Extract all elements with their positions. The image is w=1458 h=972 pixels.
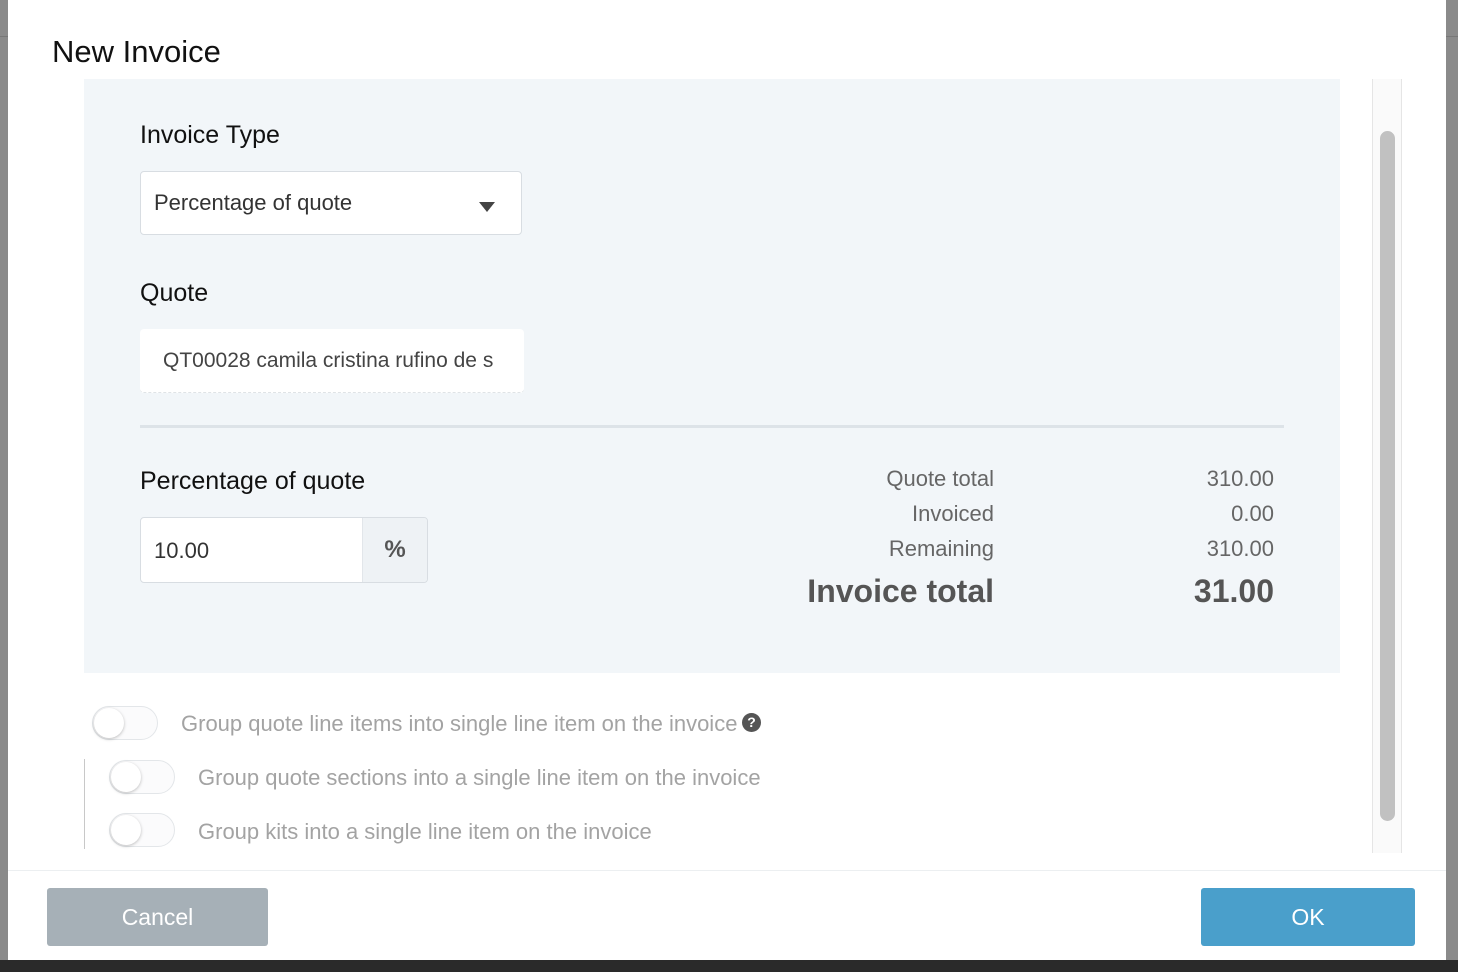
group-line-items-toggle[interactable]	[92, 706, 158, 740]
quote-field[interactable]: QT00028 camila cristina rufino de s	[140, 329, 524, 393]
invoiced-value: 0.00	[1231, 501, 1274, 526]
background-rule	[0, 36, 8, 37]
quote-value: QT00028 camila cristina rufino de s	[163, 349, 494, 372]
ok-button[interactable]: OK	[1201, 888, 1415, 946]
invoice-total-label: Invoice total	[807, 573, 994, 609]
quote-total-value: 310.00	[1206, 466, 1274, 491]
percentage-label: Percentage of quote	[140, 467, 366, 495]
cancel-button[interactable]: Cancel	[47, 888, 268, 946]
invoiced-label: Invoiced	[912, 501, 994, 526]
remaining-value: 310.00	[1206, 536, 1274, 561]
quote-total-label: Quote total	[886, 466, 994, 491]
invoice-type-selected: Percentage of quote	[154, 190, 353, 215]
scrollbar-thumb[interactable]	[1380, 131, 1395, 821]
percent-addon: %	[362, 518, 427, 582]
percentage-value: 10.00	[154, 538, 210, 563]
sub-options-indent-line	[84, 759, 85, 849]
group-sections-label: Group quote sections into a single line …	[198, 765, 761, 790]
group-kits-toggle[interactable]	[109, 813, 175, 847]
dialog-body: Invoice Type Percentage of quote Quote Q…	[84, 79, 1340, 851]
toggle-knob	[94, 708, 124, 738]
dialog-footer: Cancel OK	[8, 870, 1446, 961]
background-rule	[1446, 36, 1458, 37]
dialog-scrollbar[interactable]	[1372, 79, 1402, 853]
percentage-input[interactable]: 10.00 %	[140, 517, 428, 583]
invoice-settings-panel: Invoice Type Percentage of quote Quote Q…	[84, 79, 1340, 673]
new-invoice-dialog: New Invoice Invoice Type Percentage of q…	[8, 0, 1446, 960]
invoice-total-value: 31.00	[1193, 573, 1274, 609]
toggle-knob	[111, 815, 141, 845]
invoice-type-select[interactable]: Percentage of quote	[140, 171, 522, 235]
dialog-title: New Invoice	[52, 34, 221, 69]
remaining-label: Remaining	[888, 536, 994, 561]
caret-down-icon	[479, 202, 495, 212]
group-sections-toggle[interactable]	[109, 760, 175, 794]
invoice-type-label: Invoice Type	[140, 121, 280, 149]
group-kits-label: Group kits into a single line item on th…	[198, 819, 652, 844]
quote-label: Quote	[140, 279, 209, 307]
question-circle-icon[interactable]: ?	[742, 713, 761, 732]
toggle-knob	[111, 762, 141, 792]
section-divider	[140, 425, 1284, 428]
group-line-items-label: Group quote line items into single line …	[181, 711, 738, 736]
